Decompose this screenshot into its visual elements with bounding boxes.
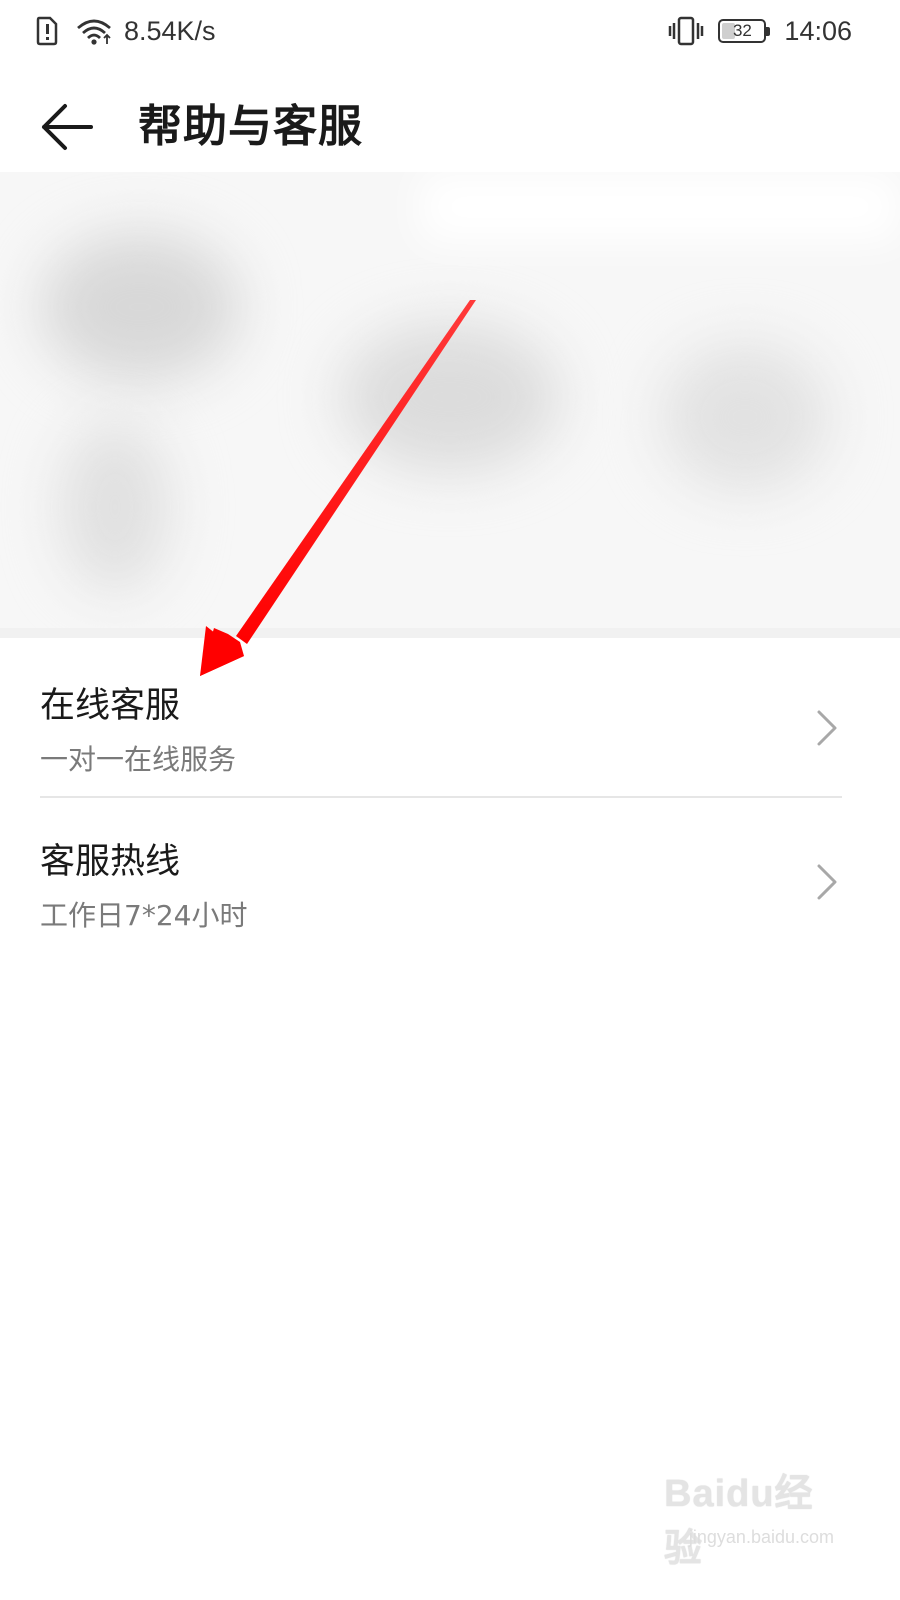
chevron-right-icon (817, 710, 837, 746)
blurred-shape (40, 232, 240, 382)
blurred-shape (660, 342, 830, 492)
status-bar: 8.54K/s 32 14:06 (0, 0, 900, 62)
list-item-subtitle: 一对一在线服务 (40, 743, 237, 776)
watermark-url: jingyan.baidu.com (688, 1527, 834, 1547)
vibrate-icon (668, 14, 704, 48)
list-item-title: 在线客服 (40, 686, 181, 726)
section-divider (0, 628, 900, 638)
list-item-hotline[interactable]: 客服热线 工作日7*24小时 (0, 798, 900, 950)
net-speed: 8.54K/s (124, 16, 216, 46)
blurred-banner (0, 172, 900, 630)
sim-alert-icon (34, 14, 64, 48)
list-item-online-service[interactable]: 在线客服 一对一在线服务 (0, 638, 900, 798)
battery-icon: 32 (718, 19, 771, 43)
wifi-icon (74, 14, 114, 48)
clock: 14:06 (784, 16, 852, 46)
back-button[interactable] (30, 90, 104, 164)
blurred-shape (60, 422, 170, 592)
status-bar-left: 8.54K/s (34, 14, 216, 48)
banner-highlight (420, 172, 900, 242)
service-list: 在线客服 一对一在线服务 客服热线 工作日7*24小时 (0, 638, 900, 950)
arrow-left-icon (42, 104, 93, 150)
watermark-logo: Baidu经验 (664, 1473, 814, 1570)
page-title: 帮助与客服 (138, 101, 363, 152)
battery-level: 32 (732, 21, 752, 40)
blurred-shape (340, 322, 560, 472)
watermark: Baidu经验 jingyan.baidu.com (664, 1462, 834, 1570)
list-item-title: 客服热线 (40, 842, 181, 882)
list-item-subtitle: 工作日7*24小时 (40, 899, 248, 932)
chevron-right-icon (817, 864, 837, 900)
status-bar-right: 32 14:06 (668, 14, 852, 48)
